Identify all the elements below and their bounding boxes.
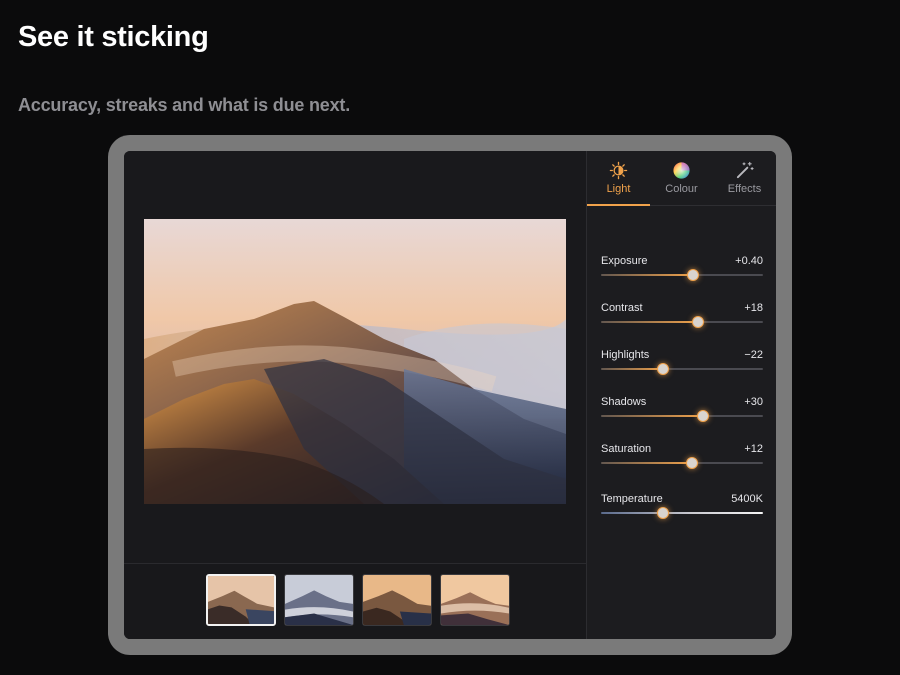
slider-label: Temperature [601, 493, 663, 505]
color-wheel-icon [673, 162, 690, 179]
filmstrip-thumbnail-1[interactable] [206, 574, 276, 626]
slider-fill [601, 415, 703, 417]
slider-label: Contrast [601, 302, 643, 314]
slider-fill [601, 321, 698, 323]
slider-value: −22 [744, 349, 763, 361]
thumbnail-image [285, 575, 353, 625]
slider-fill [601, 368, 663, 370]
slider-value: +0.40 [735, 255, 763, 267]
slider-value: +30 [744, 396, 763, 408]
tab-effects-label: Effects [727, 183, 762, 195]
photo-canvas [124, 151, 586, 563]
slider-fill [601, 462, 692, 464]
slider-label: Shadows [601, 396, 647, 408]
slider-value: +18 [744, 302, 763, 314]
slider-label: Saturation [601, 443, 652, 455]
contrast-slider: Contrast +18 [601, 302, 763, 334]
editor-screen: Light Colour Effects Exposure +0.40 Cont… [124, 151, 776, 639]
hero-subtitle: Accuracy, streaks and what is due next. [18, 95, 351, 115]
adjustments-panel: Light Colour Effects Exposure +0.40 Cont… [586, 151, 776, 639]
tab-colour-label: Colour [665, 183, 698, 195]
filmstrip-thumbnail-3[interactable] [362, 574, 432, 626]
saturation-slider: Saturation +12 [601, 443, 763, 475]
panel-tabs: Light Colour Effects [587, 151, 776, 206]
slider-fill [601, 274, 693, 276]
slider-knob[interactable] [657, 363, 669, 375]
slider-knob[interactable] [686, 457, 698, 469]
hero-title: See it sticking [18, 21, 209, 53]
slider-knob[interactable] [687, 269, 699, 281]
tablet-frame: Light Colour Effects Exposure +0.40 Cont… [108, 135, 792, 655]
exposure-slider: Exposure +0.40 [601, 255, 763, 287]
magic-wand-icon [736, 161, 754, 179]
slider-value: +12 [744, 443, 763, 455]
slider-value: 5400K [731, 493, 763, 505]
tab-light-label: Light [606, 183, 631, 195]
tab-light[interactable]: Light [587, 151, 650, 206]
thumbnail-image [363, 575, 431, 625]
tab-effects[interactable]: Effects [713, 151, 776, 205]
slider-track[interactable] [601, 512, 763, 514]
mountain-photo-image [144, 219, 566, 504]
highlights-slider: Highlights −22 [601, 349, 763, 381]
shadows-slider: Shadows +30 [601, 396, 763, 428]
sun-contrast-icon [609, 161, 628, 180]
filmstrip [124, 563, 586, 639]
main-photo[interactable] [144, 219, 566, 504]
slider-knob[interactable] [692, 316, 704, 328]
slider-label: Exposure [601, 255, 648, 267]
thumbnail-image [208, 576, 274, 624]
tab-colour[interactable]: Colour [650, 151, 713, 205]
filmstrip-thumbnail-4[interactable] [440, 574, 510, 626]
slider-label: Highlights [601, 349, 650, 361]
temperature-slider: Temperature 5400K [601, 493, 763, 525]
filmstrip-thumbnail-2[interactable] [284, 574, 354, 626]
thumbnail-image [441, 575, 509, 625]
slider-knob[interactable] [657, 507, 669, 519]
slider-knob[interactable] [697, 410, 709, 422]
